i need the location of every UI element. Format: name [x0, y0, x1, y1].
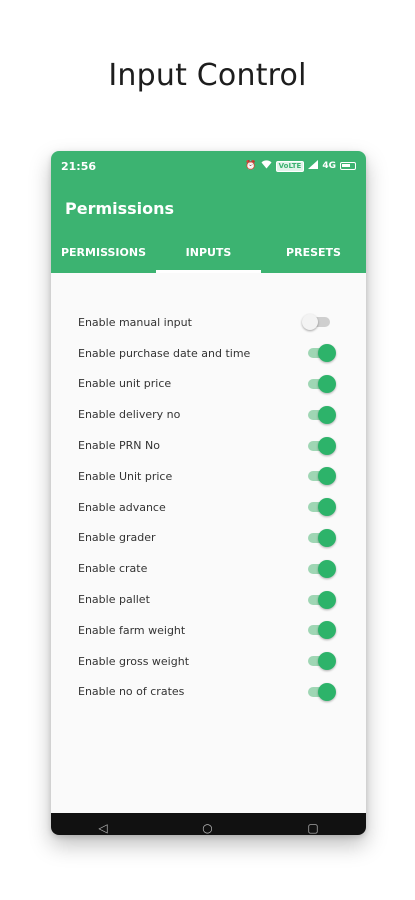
- switch-thumb: [318, 344, 336, 363]
- tab-inputs[interactable]: INPUTS: [156, 235, 261, 273]
- tab-bar: PERMISSIONS INPUTS PRESETS: [51, 235, 366, 273]
- setting-toggle-switch[interactable]: [308, 682, 336, 702]
- volte-badge: VoLTE: [275, 160, 305, 172]
- recents-icon[interactable]: ▢: [307, 821, 318, 835]
- alarm-icon: ⏰: [245, 161, 257, 171]
- app-bar: 21:56 ⏰ VoLTE 4G Permissions PERMISSIONS…: [51, 151, 366, 273]
- setting-toggle-switch[interactable]: [308, 405, 336, 425]
- switch-thumb: [318, 559, 336, 578]
- setting-label: Enable purchase date and time: [78, 346, 251, 360]
- settings-list: Enable manual input Enable purchase date …: [51, 273, 366, 707]
- switch-thumb: [318, 498, 336, 517]
- setting-label: Enable advance: [78, 500, 166, 514]
- back-icon[interactable]: ◁: [98, 821, 107, 835]
- setting-label: Enable delivery no: [78, 408, 181, 422]
- switch-thumb: [318, 374, 336, 393]
- setting-row: Enable purchase date and time: [51, 338, 366, 369]
- switch-thumb: [318, 436, 336, 455]
- setting-row: Enable gross weight: [51, 646, 366, 677]
- setting-label: Enable manual input: [78, 315, 192, 329]
- setting-row: Enable Unit price: [51, 461, 366, 492]
- home-icon[interactable]: ○: [202, 821, 212, 835]
- setting-row: Enable unit price: [51, 369, 366, 400]
- setting-row: Enable no of crates: [51, 677, 366, 708]
- status-bar: 21:56 ⏰ VoLTE 4G: [51, 151, 366, 181]
- setting-toggle-switch[interactable]: [308, 343, 336, 363]
- setting-toggle-switch[interactable]: [308, 651, 336, 671]
- network-type: 4G: [322, 161, 336, 171]
- page-title: Permissions: [65, 199, 175, 218]
- switch-thumb: [318, 528, 336, 547]
- setting-row: Enable manual input: [51, 307, 366, 338]
- signal-icon: [308, 160, 319, 172]
- setting-label: Enable Unit price: [78, 469, 173, 483]
- setting-label: Enable pallet: [78, 593, 150, 607]
- setting-toggle-switch[interactable]: [308, 590, 336, 610]
- status-time: 21:56: [61, 159, 97, 173]
- setting-label: Enable grader: [78, 531, 156, 545]
- page-headline: Input Control: [108, 58, 307, 93]
- switch-thumb: [318, 405, 336, 424]
- switch-thumb: [318, 621, 336, 640]
- switch-thumb: [318, 652, 336, 671]
- setting-row: Enable farm weight: [51, 615, 366, 646]
- setting-toggle-switch[interactable]: [308, 436, 336, 456]
- switch-thumb: [318, 590, 336, 609]
- setting-toggle-switch[interactable]: [308, 620, 336, 640]
- setting-row: Enable pallet: [51, 584, 366, 615]
- setting-toggle-switch[interactable]: [308, 466, 336, 486]
- switch-thumb: [302, 314, 318, 331]
- setting-label: Enable farm weight: [78, 623, 186, 637]
- setting-label: Enable crate: [78, 562, 148, 576]
- setting-toggle-switch[interactable]: [308, 497, 336, 517]
- setting-row: Enable delivery no: [51, 399, 366, 430]
- switch-thumb: [318, 467, 336, 486]
- setting-toggle-switch[interactable]: [308, 528, 336, 548]
- setting-row: Enable advance: [51, 492, 366, 523]
- battery-icon: [340, 162, 356, 170]
- setting-row: Enable grader: [51, 523, 366, 554]
- wifi-icon: [261, 160, 272, 172]
- switch-thumb: [318, 682, 336, 701]
- setting-label: Enable no of crates: [78, 685, 185, 699]
- setting-toggle-switch[interactable]: [302, 312, 332, 332]
- status-icons: ⏰ VoLTE 4G: [245, 160, 356, 172]
- phone-frame: 21:56 ⏰ VoLTE 4G Permissions PERMISSIONS…: [51, 151, 366, 835]
- setting-label: Enable unit price: [78, 377, 172, 391]
- navigation-bar: ◁ ○ ▢: [51, 813, 366, 835]
- setting-row: Enable PRN No: [51, 430, 366, 461]
- setting-toggle-switch[interactable]: [308, 374, 336, 394]
- tab-permissions[interactable]: PERMISSIONS: [51, 235, 156, 273]
- setting-toggle-switch[interactable]: [308, 559, 336, 579]
- setting-label: Enable gross weight: [78, 654, 190, 668]
- setting-row: Enable crate: [51, 553, 366, 584]
- setting-label: Enable PRN No: [78, 439, 160, 453]
- tab-presets[interactable]: PRESETS: [261, 235, 366, 273]
